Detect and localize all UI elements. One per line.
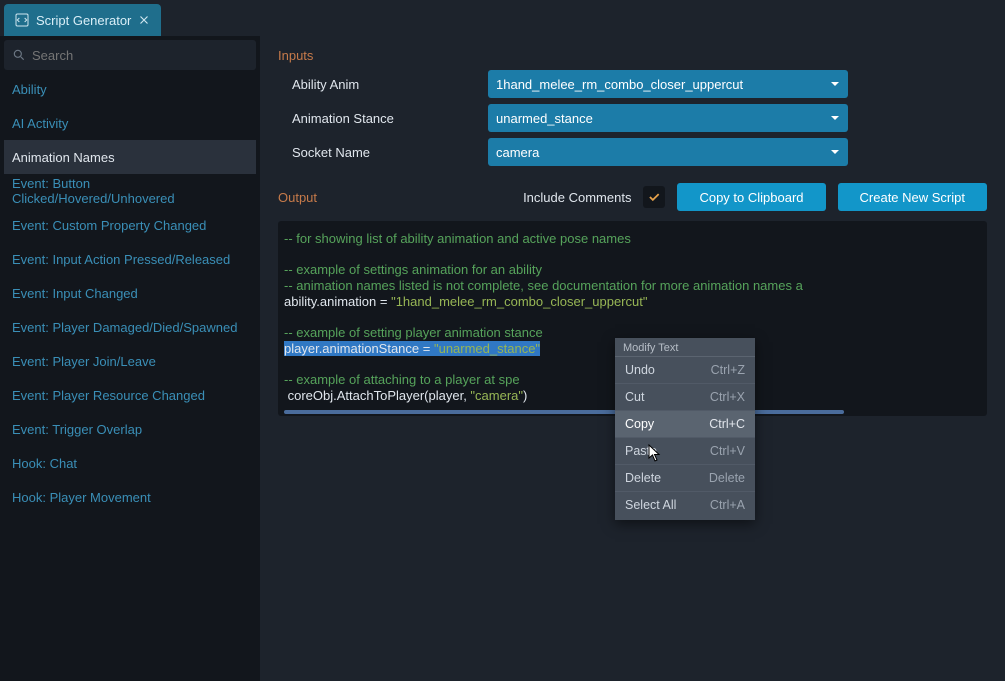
sidebar-item[interactable]: Event: Player Resource Changed bbox=[4, 378, 256, 412]
sidebar-item[interactable]: Animation Names bbox=[4, 140, 256, 174]
context-menu-title: Modify Text bbox=[615, 338, 755, 357]
input-row: Animation Stance unarmed_stance bbox=[278, 101, 987, 135]
context-menu-item[interactable]: Copy Ctrl+C bbox=[615, 410, 755, 437]
close-icon[interactable] bbox=[137, 13, 151, 27]
menu-item-label: Undo bbox=[625, 363, 655, 377]
context-menu-item[interactable]: Undo Ctrl+Z bbox=[615, 357, 755, 383]
code-comment: -- animation names listed is not complet… bbox=[284, 278, 803, 293]
menu-item-label: Copy bbox=[625, 417, 654, 431]
input-dropdown[interactable]: unarmed_stance bbox=[488, 104, 848, 132]
menu-item-shortcut: Ctrl+V bbox=[710, 444, 745, 458]
dropdown-value: camera bbox=[496, 145, 539, 160]
code-comment: -- example of setting player animation s… bbox=[284, 325, 543, 340]
include-comments-label: Include Comments bbox=[523, 190, 631, 205]
code-text: ) bbox=[523, 388, 527, 403]
code-comment: -- example of settings animation for an … bbox=[284, 262, 542, 277]
search-icon bbox=[12, 48, 26, 62]
sidebar-item[interactable]: Event: Player Join/Leave bbox=[4, 344, 256, 378]
code-comment: -- for showing list of ability animation… bbox=[284, 231, 631, 246]
input-label: Socket Name bbox=[278, 145, 478, 160]
input-dropdown[interactable]: camera bbox=[488, 138, 848, 166]
dropdown-value: 1hand_melee_rm_combo_closer_uppercut bbox=[496, 77, 743, 92]
window-tab[interactable]: Script Generator bbox=[4, 4, 161, 36]
sidebar-item[interactable]: Event: Custom Property Changed bbox=[4, 208, 256, 242]
menu-item-shortcut: Delete bbox=[709, 471, 745, 485]
menu-item-label: Select All bbox=[625, 498, 676, 512]
context-menu-item[interactable]: Cut Ctrl+X bbox=[615, 383, 755, 410]
input-label: Animation Stance bbox=[278, 111, 478, 126]
copy-to-clipboard-button[interactable]: Copy to Clipboard bbox=[677, 183, 825, 211]
code-text: coreObj.AttachToPlayer(player, bbox=[284, 388, 470, 403]
menu-item-shortcut: Ctrl+X bbox=[710, 390, 745, 404]
tab-title: Script Generator bbox=[36, 13, 131, 28]
context-menu: Modify Text Undo Ctrl+Z Cut Ctrl+X Copy Ctrl+… bbox=[615, 338, 755, 520]
selected-text: player.animationStance = "unarmed_stance… bbox=[284, 341, 540, 356]
input-dropdown[interactable]: 1hand_melee_rm_combo_closer_uppercut bbox=[488, 70, 848, 98]
chevron-down-icon bbox=[830, 79, 840, 89]
scroll-thumb[interactable] bbox=[284, 410, 844, 414]
menu-item-shortcut: Ctrl+C bbox=[709, 417, 745, 431]
create-new-script-button[interactable]: Create New Script bbox=[838, 183, 987, 211]
code-string: "camera" bbox=[470, 388, 523, 403]
sidebar-item[interactable]: Event: Trigger Overlap bbox=[4, 412, 256, 446]
sidebar-item[interactable]: Event: Input Action Pressed/Released bbox=[4, 242, 256, 276]
code-text: ability.animation = bbox=[284, 294, 391, 309]
context-menu-item[interactable]: Delete Delete bbox=[615, 464, 755, 491]
code-string: "1hand_melee_rm_combo_closer_uppercut" bbox=[391, 294, 647, 309]
include-comments-checkbox[interactable] bbox=[643, 186, 665, 208]
input-label: Ability Anim bbox=[278, 77, 478, 92]
menu-item-label: Cut bbox=[625, 390, 644, 404]
sidebar-item[interactable]: Event: Player Damaged/Died/Spawned bbox=[4, 310, 256, 344]
menu-item-label: Paste bbox=[625, 444, 657, 458]
script-icon bbox=[14, 12, 30, 28]
check-icon bbox=[647, 190, 661, 204]
chevron-down-icon bbox=[830, 147, 840, 157]
context-menu-item[interactable]: Paste Ctrl+V bbox=[615, 437, 755, 464]
dropdown-value: unarmed_stance bbox=[496, 111, 593, 126]
inputs-heading: Inputs bbox=[278, 48, 987, 63]
input-row: Socket Name camera bbox=[278, 135, 987, 169]
sidebar-item[interactable]: Event: Input Changed bbox=[4, 276, 256, 310]
code-comment: -- example of attaching to a player at s… bbox=[284, 372, 520, 387]
sidebar-item[interactable]: AI Activity bbox=[4, 106, 256, 140]
chevron-down-icon bbox=[830, 113, 840, 123]
menu-item-label: Delete bbox=[625, 471, 661, 485]
input-row: Ability Anim 1hand_melee_rm_combo_closer_… bbox=[278, 67, 987, 101]
search-input[interactable] bbox=[32, 48, 248, 63]
context-menu-item[interactable]: Select All Ctrl+A bbox=[615, 491, 755, 518]
sidebar-item[interactable]: Event: Button Clicked/Hovered/Unhovered bbox=[4, 174, 256, 208]
search-box[interactable] bbox=[4, 40, 256, 70]
sidebar: AbilityAI ActivityAnimation NamesEvent: … bbox=[0, 36, 260, 681]
sidebar-item[interactable]: Ability bbox=[4, 72, 256, 106]
sidebar-item[interactable]: Hook: Chat bbox=[4, 446, 256, 480]
sidebar-item[interactable]: Hook: Player Movement bbox=[4, 480, 256, 514]
menu-item-shortcut: Ctrl+A bbox=[710, 498, 745, 512]
menu-item-shortcut: Ctrl+Z bbox=[711, 363, 745, 377]
output-heading: Output bbox=[278, 190, 317, 205]
